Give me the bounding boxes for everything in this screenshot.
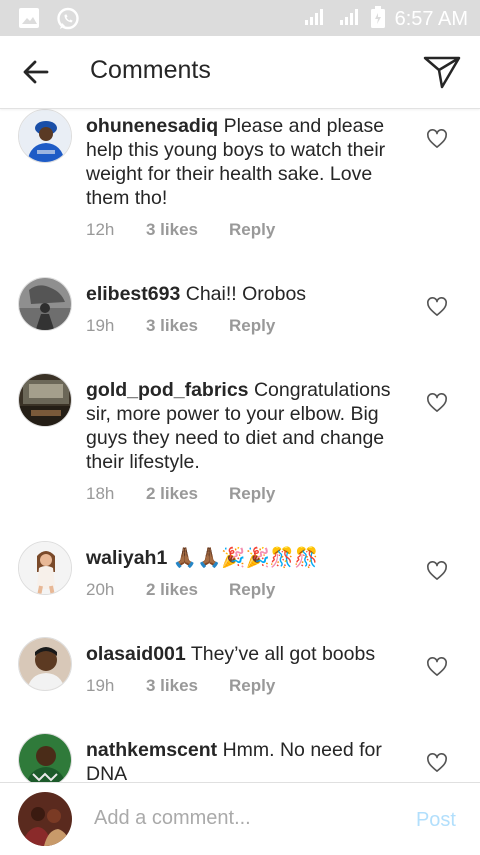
- comment-text: Chai!! Orobos: [185, 283, 307, 305]
- likes-count[interactable]: 3 likes: [146, 220, 229, 240]
- heart-icon: [427, 297, 447, 316]
- reply-button[interactable]: Reply: [229, 580, 275, 600]
- like-button[interactable]: [426, 393, 448, 415]
- avatar[interactable]: [18, 733, 72, 782]
- whatsapp-icon: [56, 7, 80, 36]
- comment-text: 🙏🏾🙏🏾🎉🎉🎊🎊: [172, 547, 319, 569]
- signal-icon: [339, 8, 361, 31]
- heart-icon: [427, 753, 447, 772]
- like-button[interactable]: [426, 561, 448, 583]
- comment-meta: 19h 3 likes Reply: [86, 676, 275, 696]
- avatar[interactable]: [18, 277, 72, 331]
- heart-icon: [427, 393, 447, 412]
- like-button[interactable]: [426, 753, 448, 775]
- direct-message-button[interactable]: [420, 50, 464, 94]
- comment-input[interactable]: [94, 803, 394, 833]
- reply-button[interactable]: Reply: [229, 676, 275, 696]
- like-button[interactable]: [426, 129, 448, 151]
- signal-icon: [303, 8, 329, 31]
- comment-username[interactable]: gold_pod_fabrics: [86, 379, 249, 401]
- heart-icon: [427, 129, 447, 148]
- comment-time: 20h: [86, 580, 115, 599]
- reply-button[interactable]: Reply: [229, 220, 275, 240]
- my-avatar: [18, 792, 72, 846]
- comment-time: 18h: [86, 484, 115, 503]
- likes-count[interactable]: 3 likes: [146, 676, 229, 696]
- avatar[interactable]: [18, 373, 72, 427]
- header: Comments: [0, 36, 480, 109]
- likes-count[interactable]: 3 likes: [146, 316, 229, 336]
- status-bar: 6:57 AM: [0, 0, 480, 36]
- image-icon: [18, 7, 40, 36]
- heart-icon: [427, 657, 447, 676]
- comment-username[interactable]: waliyah1: [86, 547, 167, 569]
- comment-composer: Post: [0, 782, 480, 855]
- avatar[interactable]: [18, 109, 72, 163]
- arrow-left-icon: [23, 60, 49, 84]
- like-button[interactable]: [426, 657, 448, 679]
- comment-meta: 20h 2 likes Reply: [86, 580, 275, 600]
- status-time: 6:57 AM: [394, 8, 468, 30]
- back-button[interactable]: [18, 54, 54, 90]
- likes-count[interactable]: 2 likes: [146, 484, 229, 504]
- paper-plane-icon: [423, 56, 461, 89]
- page-title: Comments: [90, 56, 211, 84]
- comment-username[interactable]: nathkemscent: [86, 739, 217, 761]
- like-button[interactable]: [426, 297, 448, 319]
- comment-time: 19h: [86, 676, 115, 695]
- heart-icon: [427, 561, 447, 580]
- comment-list[interactable]: ohunenesadiq Please and please help this…: [0, 108, 480, 782]
- comment-meta: 18h 2 likes Reply: [86, 484, 275, 504]
- comment-meta: 19h 3 likes Reply: [86, 316, 275, 336]
- avatar[interactable]: [18, 541, 72, 595]
- comment-time: 19h: [86, 316, 115, 335]
- reply-button[interactable]: Reply: [229, 316, 275, 336]
- comment-username[interactable]: olasaid001: [86, 643, 186, 665]
- comment-meta: 12h 3 likes Reply: [86, 220, 275, 240]
- comment-text: They’ve all got boobs: [190, 643, 376, 665]
- battery-icon: [370, 6, 385, 33]
- comment-username[interactable]: elibest693: [86, 283, 180, 305]
- post-button[interactable]: Post: [416, 809, 456, 832]
- likes-count[interactable]: 2 likes: [146, 580, 229, 600]
- avatar[interactable]: [18, 637, 72, 691]
- comment-username[interactable]: ohunenesadiq: [86, 115, 218, 137]
- reply-button[interactable]: Reply: [229, 484, 275, 504]
- comment-time: 12h: [86, 220, 115, 239]
